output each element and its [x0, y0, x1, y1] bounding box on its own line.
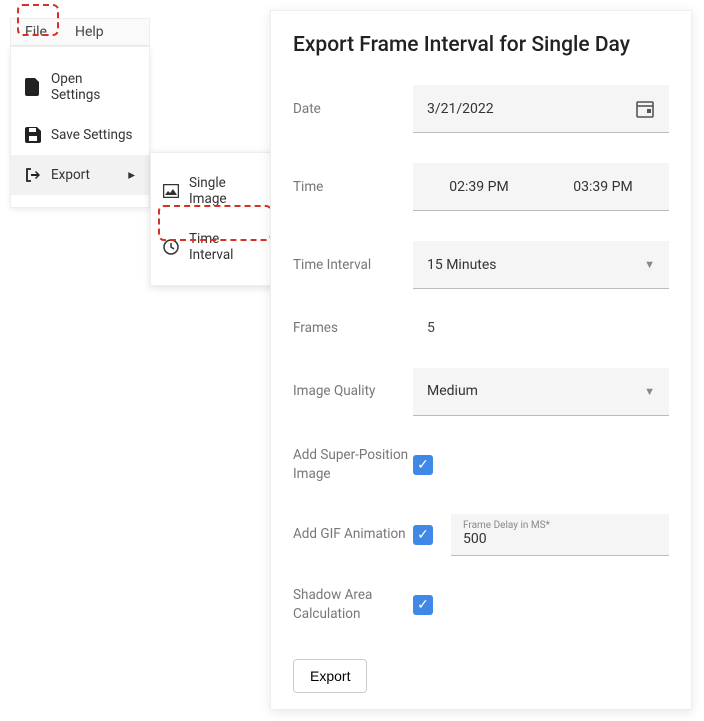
chevron-right-icon: ▸: [128, 167, 135, 183]
super-position-label: Add Super-Position Image: [293, 446, 413, 484]
date-value: 3/21/2022: [427, 101, 494, 117]
date-label: Date: [293, 100, 413, 119]
time-range-input[interactable]: 02:39 PM 03:39 PM: [413, 163, 669, 211]
frame-delay-label: Frame Delay in MS*: [463, 520, 657, 531]
shadow-label: Shadow Area Calculation: [293, 586, 413, 624]
open-settings-label: Open Settings: [51, 71, 135, 103]
save-settings-item[interactable]: Save Settings: [11, 115, 149, 155]
super-position-checkbox[interactable]: ✓: [413, 455, 433, 475]
menu-file[interactable]: File: [11, 18, 61, 46]
save-icon: [25, 127, 41, 143]
gif-checkbox[interactable]: ✓: [413, 525, 433, 545]
interval-label: Time Interval: [293, 256, 413, 275]
clock-icon: [163, 239, 179, 255]
save-settings-label: Save Settings: [51, 127, 133, 143]
date-input[interactable]: 3/21/2022: [413, 85, 669, 133]
dialog-title: Export Frame Interval for Single Day: [293, 33, 669, 57]
dropdown-arrow-icon: ▼: [644, 385, 655, 398]
file-icon: [25, 78, 41, 96]
interval-value: 15 Minutes: [427, 257, 497, 273]
menubar: File Help: [10, 18, 150, 46]
time-label: Time: [293, 178, 413, 197]
open-settings-item[interactable]: Open Settings: [11, 59, 149, 115]
frames-label: Frames: [293, 319, 413, 338]
export-dialog: Export Frame Interval for Single Day Dat…: [270, 10, 692, 710]
time-interval-item[interactable]: Time Interval: [151, 219, 277, 275]
interval-select[interactable]: 15 Minutes ▼: [413, 241, 669, 289]
shadow-checkbox[interactable]: ✓: [413, 595, 433, 615]
frame-delay-input[interactable]: Frame Delay in MS* 500: [451, 514, 669, 556]
dropdown-arrow-icon: ▼: [644, 258, 655, 271]
frame-delay-value: 500: [463, 531, 657, 547]
single-image-label: Single Image: [189, 175, 265, 207]
frames-value: 5: [413, 320, 435, 336]
time-start: 02:39 PM: [427, 179, 531, 195]
time-end: 03:39 PM: [551, 179, 655, 195]
quality-select[interactable]: Medium ▼: [413, 368, 669, 416]
gif-label: Add GIF Animation: [293, 525, 413, 544]
export-button[interactable]: Export: [293, 659, 367, 693]
export-label: Export: [51, 167, 90, 183]
export-icon: [25, 167, 41, 183]
image-icon: [163, 184, 179, 198]
export-submenu: Single Image Time Interval: [150, 152, 278, 286]
export-item[interactable]: Export ▸: [11, 155, 149, 195]
file-dropdown: Open Settings Save Settings Export ▸: [10, 46, 150, 208]
quality-value: Medium: [427, 383, 478, 399]
time-interval-label: Time Interval: [189, 231, 265, 263]
menu-help[interactable]: Help: [61, 18, 118, 46]
single-image-item[interactable]: Single Image: [151, 163, 277, 219]
calendar-icon[interactable]: [635, 99, 655, 119]
quality-label: Image Quality: [293, 382, 413, 401]
